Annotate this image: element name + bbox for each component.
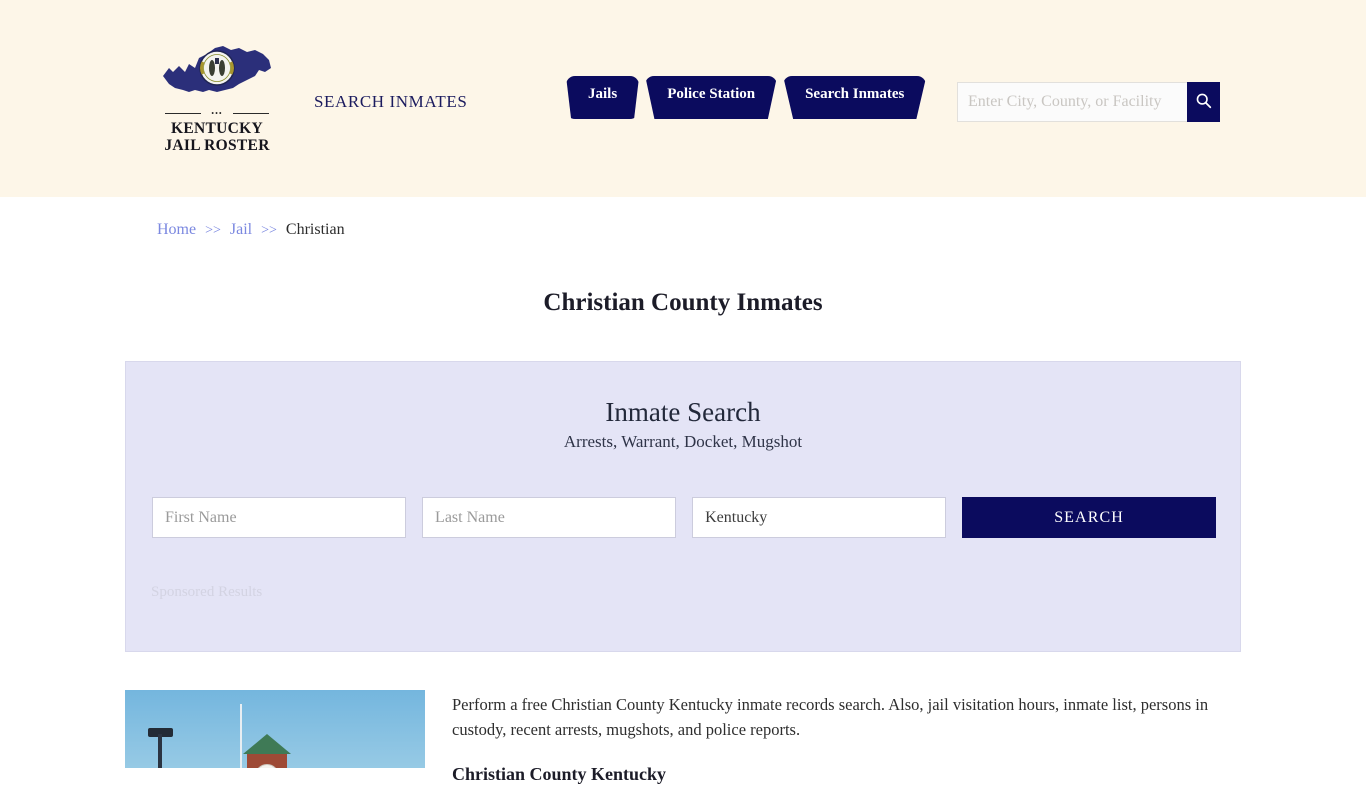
breadcrumb-separator: >>: [261, 223, 277, 238]
state-select[interactable]: Kentucky: [692, 497, 947, 538]
breadcrumb-item-christian: Christian: [285, 221, 345, 238]
breadcrumb: Home >> Jail >> Christian: [157, 221, 345, 239]
site-logo[interactable]: ••• KENTUCKY JAIL ROSTER: [157, 42, 277, 154]
logo-name-line1: KENTUCKY: [171, 120, 263, 137]
search-button[interactable]: SEARCH: [962, 497, 1216, 538]
inmate-search-panel: Inmate Search Arrests, Warrant, Docket, …: [125, 361, 1241, 652]
nav-item-search-inmates-label: Search Inmates: [805, 86, 905, 102]
last-name-input[interactable]: [422, 497, 677, 538]
nav-item-police-station[interactable]: Police Station: [645, 76, 778, 119]
panel-subtitle: Arrests, Warrant, Docket, Mugshot: [563, 432, 803, 451]
logo-divider: •••: [165, 110, 269, 118]
main-navigation: Jails Police Station Search Inmates: [566, 76, 927, 119]
header-search: [957, 82, 1220, 122]
description-paragraph: Perform a free Christian County Kentucky…: [452, 695, 1209, 739]
clock-tower-image: [125, 690, 425, 768]
first-name-input[interactable]: [152, 497, 407, 538]
county-description: Perform a free Christian County Kentucky…: [452, 692, 1222, 785]
header-search-button[interactable]: [1187, 82, 1220, 122]
breadcrumb-item-home[interactable]: Home: [157, 221, 196, 238]
nav-item-police-station-label: Police Station: [667, 86, 756, 102]
section-heading: Christian County Kentucky: [452, 764, 667, 784]
site-header: ••• KENTUCKY JAIL ROSTER SEARCH INMATES …: [0, 0, 1366, 197]
sponsored-results-label: Sponsored Results: [151, 584, 263, 600]
county-photo: [125, 690, 425, 768]
panel-title: Inmate Search: [605, 397, 761, 427]
search-icon: [1195, 92, 1212, 112]
logo-name-line2: JAIL ROSTER: [164, 136, 270, 154]
nav-item-jails[interactable]: Jails: [566, 76, 640, 119]
breadcrumb-separator: >>: [205, 223, 221, 238]
nav-item-search-inmates[interactable]: Search Inmates: [783, 76, 927, 119]
nav-item-jails-label: Jails: [588, 86, 618, 102]
page-title: Christian County Inmates: [543, 288, 823, 316]
header-search-input[interactable]: [957, 82, 1187, 122]
kentucky-state-map-seal-logo: [159, 42, 275, 104]
site-tagline: SEARCH INMATES: [314, 92, 468, 111]
inmate-search-form: Kentucky SEARCH: [152, 497, 1216, 538]
breadcrumb-item-jail[interactable]: Jail: [230, 221, 252, 238]
